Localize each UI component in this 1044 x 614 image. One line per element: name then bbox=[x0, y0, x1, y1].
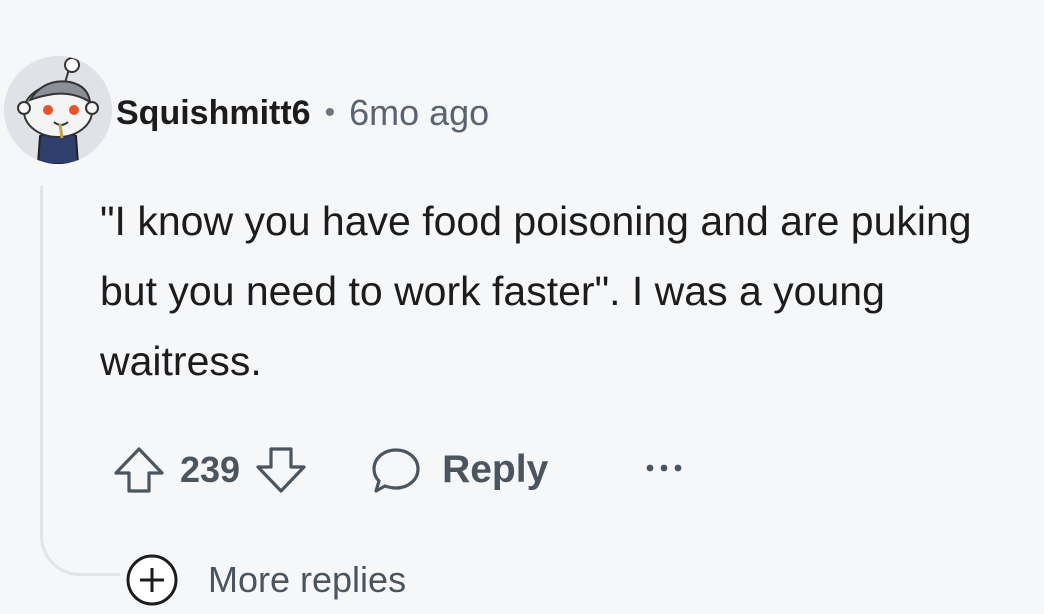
arrow-up-icon bbox=[114, 447, 164, 493]
reply-button[interactable]: Reply bbox=[370, 445, 548, 495]
comment: Squishmitt6 • 6mo ago "I know you have f… bbox=[0, 0, 1044, 614]
action-bar: 239 Reply bbox=[112, 438, 684, 502]
avatar[interactable] bbox=[4, 56, 112, 164]
arrow-down-icon bbox=[256, 447, 306, 493]
more-replies-button[interactable]: More replies bbox=[124, 552, 406, 608]
separator-dot: • bbox=[324, 96, 336, 129]
comment-header: Squishmitt6 • 6mo ago bbox=[116, 86, 489, 140]
more-replies-label: More replies bbox=[208, 559, 407, 600]
comment-body: "I know you have food poisoning and are … bbox=[100, 198, 972, 384]
downvote-button[interactable] bbox=[254, 445, 308, 495]
plus-circle-icon bbox=[126, 554, 178, 606]
more-options-button[interactable] bbox=[644, 461, 684, 480]
vote-score: 239 bbox=[180, 449, 241, 490]
snoo-avatar-icon bbox=[4, 56, 112, 164]
timestamp[interactable]: 6mo ago bbox=[349, 92, 489, 134]
upvote-button[interactable] bbox=[112, 445, 166, 495]
ellipsis-icon bbox=[646, 464, 682, 471]
reply-label: Reply bbox=[442, 448, 549, 491]
username[interactable]: Squishmitt6 bbox=[116, 94, 311, 133]
speech-bubble-icon bbox=[372, 448, 420, 493]
